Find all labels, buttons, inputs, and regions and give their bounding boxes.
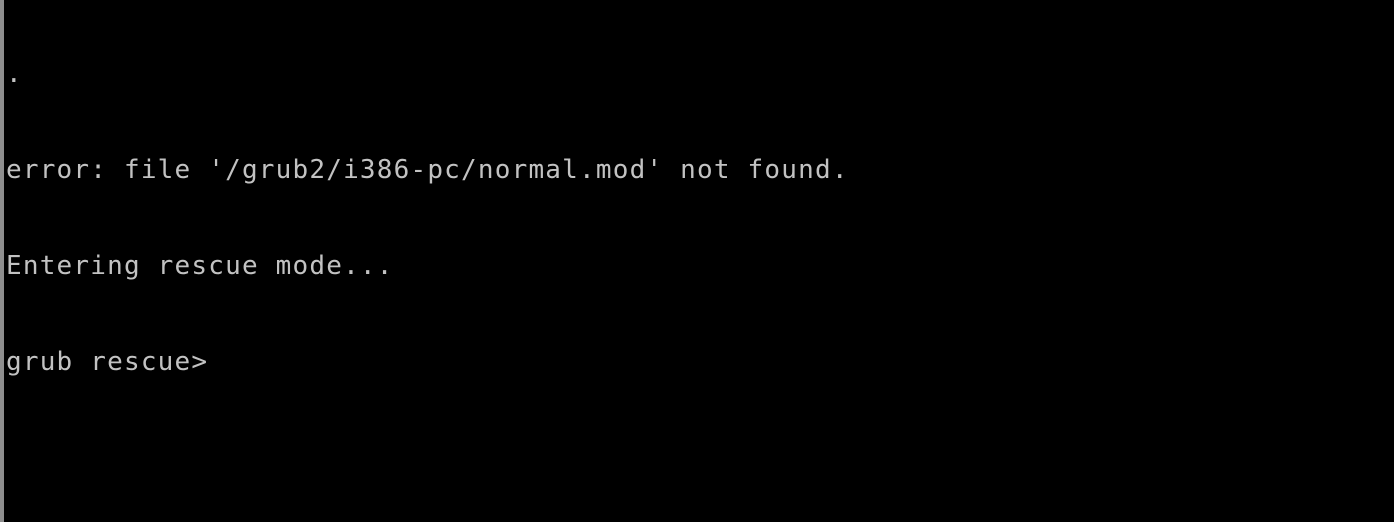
grub-rescue-prompt[interactable]: grub rescue> bbox=[6, 346, 849, 378]
terminal-output: . error: file '/grub2/i386-pc/normal.mod… bbox=[6, 0, 849, 442]
rescue-mode-line: Entering rescue mode... bbox=[6, 251, 394, 281]
grub-rescue-console: . error: file '/grub2/i386-pc/normal.mod… bbox=[0, 0, 1394, 522]
terminal-line-dot: . bbox=[6, 59, 23, 89]
screen-left-border bbox=[0, 0, 4, 522]
error-message-line: error: file '/grub2/i386-pc/normal.mod' … bbox=[6, 155, 849, 185]
